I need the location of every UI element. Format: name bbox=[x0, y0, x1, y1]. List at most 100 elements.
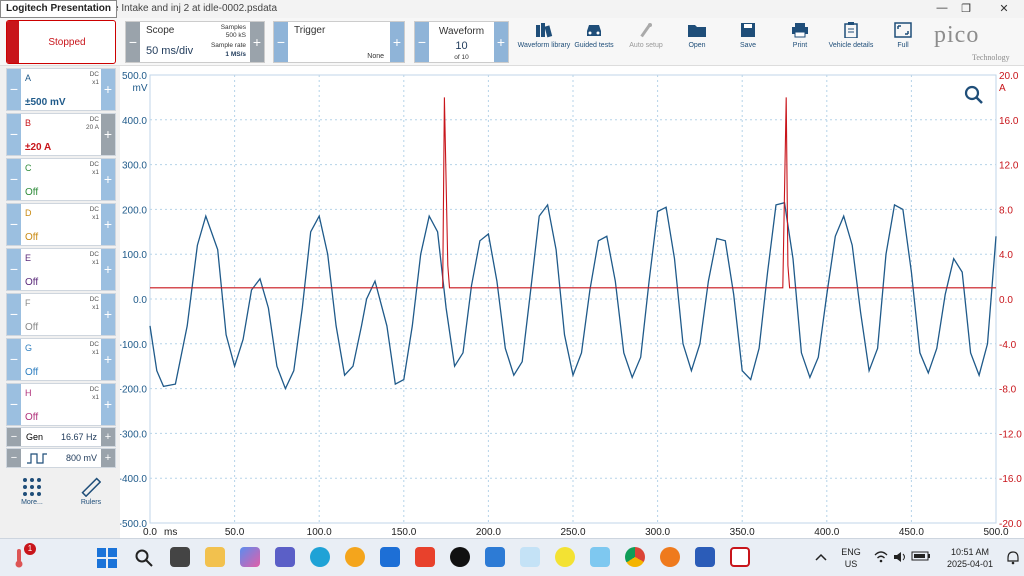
picoscope-icon[interactable] bbox=[730, 547, 750, 567]
word-icon[interactable] bbox=[695, 547, 715, 567]
waveform-library-button[interactable]: Waveform library bbox=[516, 22, 572, 49]
channel-c-card[interactable]: − C DC x1 Off + bbox=[6, 158, 116, 201]
language-bottom[interactable]: US bbox=[838, 559, 864, 569]
channel-range-decrease-button[interactable]: − bbox=[7, 159, 21, 200]
clock-date[interactable]: 2025-04-01 bbox=[940, 559, 1000, 569]
snipping-tool-icon[interactable] bbox=[520, 547, 540, 567]
outlook-icon[interactable] bbox=[485, 547, 505, 567]
channel-range-increase-button[interactable]: + bbox=[101, 249, 115, 290]
channel-range[interactable]: ±500 mV bbox=[25, 97, 66, 108]
timebase-value[interactable]: 50 ms/div bbox=[146, 45, 193, 57]
guided-tests-button[interactable]: Guided tests bbox=[566, 22, 622, 49]
channel-range[interactable]: Off bbox=[25, 412, 38, 423]
channel-range-increase-button[interactable]: + bbox=[101, 294, 115, 335]
clock-time[interactable]: 10:51 AM bbox=[940, 547, 1000, 557]
channel-range-increase-button[interactable]: + bbox=[101, 204, 115, 245]
settings-gear-icon[interactable] bbox=[345, 547, 365, 567]
trigger-increase-button[interactable]: + bbox=[390, 22, 404, 62]
channel-range-decrease-button[interactable]: − bbox=[7, 204, 21, 245]
channel-range[interactable]: ±20 A bbox=[25, 142, 51, 153]
sample-rate-value[interactable]: 1 MS/s bbox=[225, 51, 246, 58]
channel-range-increase-button[interactable]: + bbox=[101, 114, 115, 155]
channel-range-decrease-button[interactable]: − bbox=[7, 339, 21, 380]
timebase-decrease-button[interactable]: − bbox=[126, 22, 140, 62]
search-icon[interactable] bbox=[135, 549, 153, 567]
channel-range[interactable]: Off bbox=[25, 322, 38, 333]
play-arrow-icon[interactable] bbox=[555, 547, 575, 567]
channel-range-increase-button[interactable]: + bbox=[101, 159, 115, 200]
minimize-button[interactable]: — bbox=[932, 2, 952, 14]
edge-icon[interactable] bbox=[310, 547, 330, 567]
chevron-up-icon[interactable] bbox=[815, 552, 827, 562]
channel-range[interactable]: Off bbox=[25, 367, 38, 378]
chrome-icon[interactable] bbox=[625, 547, 645, 567]
print-button[interactable]: Print bbox=[772, 22, 828, 49]
gen-amplitude-increase-button[interactable]: + bbox=[101, 449, 115, 467]
channel-range[interactable]: Off bbox=[25, 187, 38, 198]
language-top[interactable]: ENG bbox=[838, 547, 864, 557]
battery-icon[interactable] bbox=[911, 550, 931, 562]
channel-range[interactable]: Off bbox=[25, 277, 38, 288]
file-explorer-icon[interactable] bbox=[205, 547, 225, 567]
channel-h-card[interactable]: − H DC x1 Off + bbox=[6, 383, 116, 426]
channel-range[interactable]: Off bbox=[25, 232, 38, 243]
samples-value[interactable]: 500 kS bbox=[226, 32, 246, 39]
notification-bell-icon[interactable] bbox=[1006, 550, 1020, 566]
waveform-next-button[interactable]: + bbox=[494, 22, 508, 62]
channel-config[interactable]: DC x1 bbox=[90, 296, 99, 312]
copilot-icon[interactable] bbox=[240, 547, 260, 567]
channel-range-decrease-button[interactable]: − bbox=[7, 384, 21, 425]
zoom-icon[interactable] bbox=[964, 85, 983, 104]
rulers-button[interactable]: Rulers bbox=[71, 477, 111, 506]
start-stop-button[interactable]: Stopped bbox=[6, 20, 116, 64]
more-button[interactable]: More... bbox=[12, 477, 52, 506]
channel-range-increase-button[interactable]: + bbox=[101, 384, 115, 425]
channel-config[interactable]: DC x1 bbox=[90, 71, 99, 87]
vehicle-details-button[interactable]: Vehicle details bbox=[823, 22, 879, 49]
channel-f-card[interactable]: − F DC x1 Off + bbox=[6, 293, 116, 336]
volume-icon[interactable] bbox=[893, 551, 907, 563]
channel-b-card[interactable]: − B DC 20 A ±20 A + bbox=[6, 113, 116, 156]
timebase-increase-button[interactable]: + bbox=[250, 22, 264, 62]
fullscreen-button[interactable]: Full bbox=[875, 22, 931, 49]
network-icon[interactable] bbox=[590, 547, 610, 567]
channel-range-increase-button[interactable]: + bbox=[101, 69, 115, 110]
trigger-mode[interactable]: None bbox=[367, 53, 384, 60]
gen-amplitude-decrease-button[interactable]: − bbox=[7, 449, 21, 467]
trigger-decrease-button[interactable]: − bbox=[274, 22, 288, 62]
channel-g-card[interactable]: − G DC x1 Off + bbox=[6, 338, 116, 381]
store-icon[interactable] bbox=[380, 547, 400, 567]
channel-range-decrease-button[interactable]: − bbox=[7, 249, 21, 290]
close-button[interactable]: ✕ bbox=[994, 2, 1014, 15]
vlc-icon[interactable] bbox=[660, 547, 680, 567]
gen-frequency[interactable]: 16.67 Hz bbox=[61, 432, 97, 442]
gen-frequency-increase-button[interactable]: + bbox=[101, 428, 115, 446]
channel-config[interactable]: DC x1 bbox=[90, 161, 99, 177]
app-grid-icon[interactable] bbox=[415, 547, 435, 567]
maximize-button[interactable]: ❐ bbox=[956, 2, 976, 15]
location-pin-icon[interactable] bbox=[450, 547, 470, 567]
channel-d-card[interactable]: − D DC x1 Off + bbox=[6, 203, 116, 246]
scope-plot[interactable]: 500.0 400.0 300.0 200.0 100.0 0.0 -100.0 -200.0… bbox=[119, 66, 1024, 538]
channel-range-decrease-button[interactable]: − bbox=[7, 114, 21, 155]
scope-chart[interactable]: 500.0 400.0 300.0 200.0 100.0 0.0 -100.0 -200.0… bbox=[119, 66, 1024, 538]
task-view-icon[interactable] bbox=[170, 547, 190, 567]
windows-start-icon[interactable] bbox=[97, 548, 117, 568]
gen-amplitude[interactable]: 800 mV bbox=[66, 453, 97, 463]
channel-config[interactable]: DC x1 bbox=[90, 386, 99, 402]
channel-a-card[interactable]: − A DC x1 ±500 mV + bbox=[6, 68, 116, 111]
auto-setup-button[interactable]: Auto setup bbox=[618, 22, 674, 49]
teams-icon[interactable] bbox=[275, 547, 295, 567]
channel-config[interactable]: DC x1 bbox=[90, 251, 99, 267]
channel-config[interactable]: DC 20 A bbox=[86, 116, 99, 132]
channel-config[interactable]: DC x1 bbox=[90, 206, 99, 222]
channel-e-card[interactable]: − E DC x1 Off + bbox=[6, 248, 116, 291]
channel-range-decrease-button[interactable]: − bbox=[7, 294, 21, 335]
channel-range-increase-button[interactable]: + bbox=[101, 339, 115, 380]
wifi-icon[interactable] bbox=[874, 551, 888, 563]
channel-config[interactable]: DC x1 bbox=[90, 341, 99, 357]
waveform-previous-button[interactable]: − bbox=[415, 22, 429, 62]
save-button[interactable]: Save bbox=[720, 22, 776, 49]
channel-range-decrease-button[interactable]: − bbox=[7, 69, 21, 110]
open-button[interactable]: Open bbox=[669, 22, 725, 49]
